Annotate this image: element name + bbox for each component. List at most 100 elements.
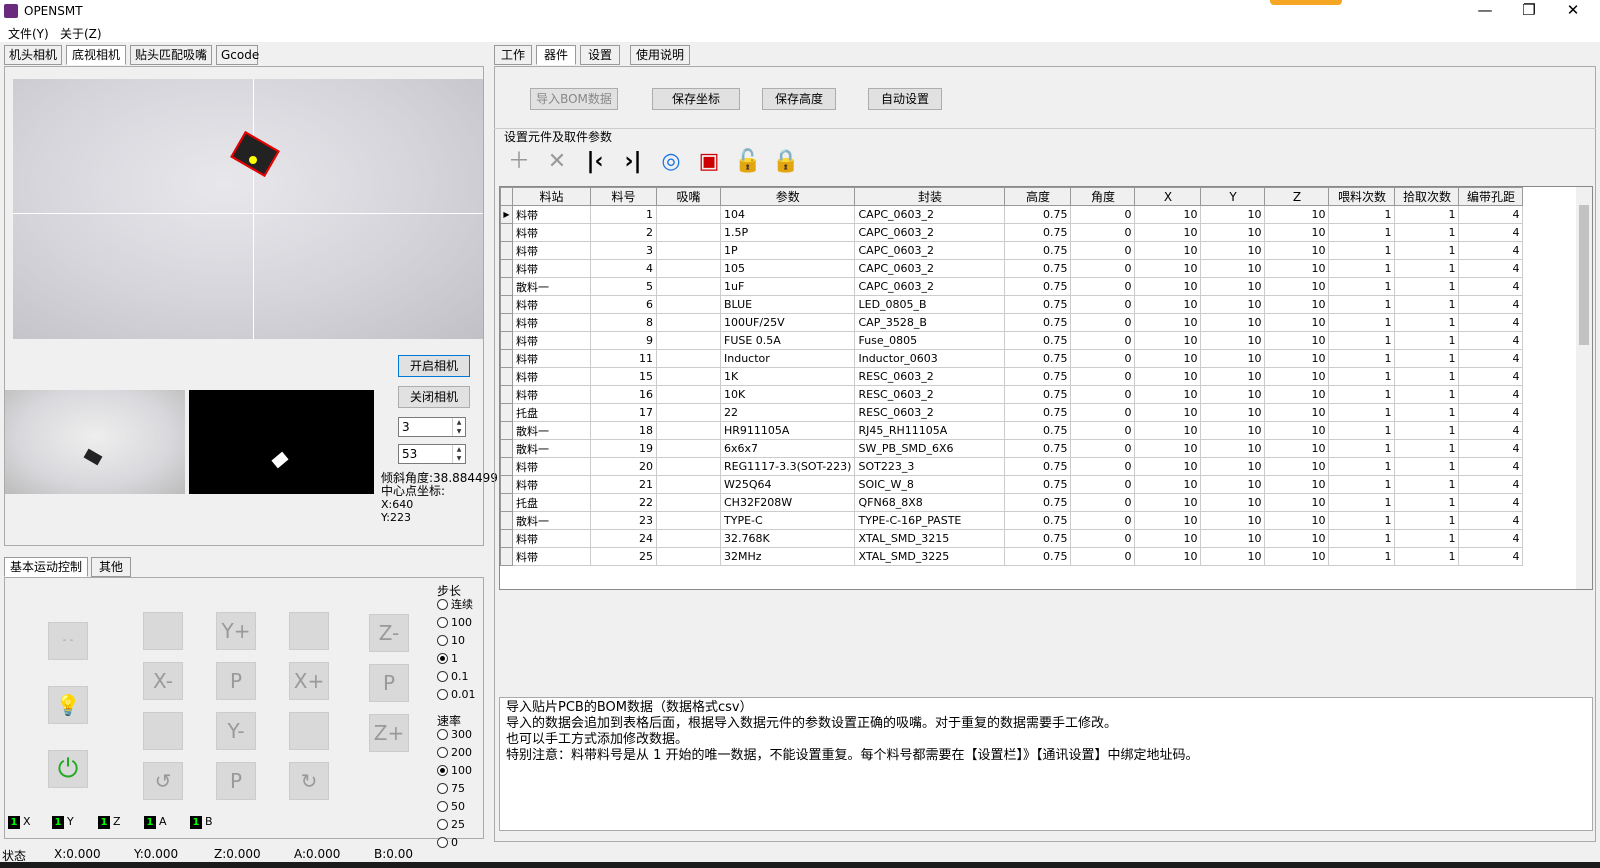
table-cell[interactable]: 104 [719,205,856,224]
table-cell[interactable]: 24 [590,529,657,548]
table-cell[interactable]: 0 [1070,367,1136,386]
table-cell[interactable]: 1 [1328,475,1396,494]
step-option[interactable]: 1 [437,652,458,666]
table-row[interactable]: 料带 4 105 CAPC_0603_2 0.75 0 10 10 10 1 1 4 [500,259,1524,278]
table-cell[interactable]: SW_PB_SMD_6X6 [854,439,1006,458]
table-cell[interactable]: Inductor [719,349,856,368]
table-cell[interactable]: 10 [1200,295,1266,314]
row-header[interactable] [500,421,513,440]
first-record-icon[interactable]: |‹ [582,149,608,175]
table-cell[interactable]: 10 [1200,475,1266,494]
minimize-button[interactable]: — [1463,0,1507,22]
delete-icon[interactable]: ✕ [544,149,570,175]
table-cell[interactable] [656,385,721,404]
table-cell[interactable]: 10 [1200,529,1266,548]
table-cell[interactable]: 料带 [512,241,591,260]
close-button[interactable]: ✕ [1551,0,1595,22]
table-row[interactable]: 料带 11 Inductor Inductor_0603 0.75 0 10 10 10 1 1 4 [500,349,1524,368]
p-button-2[interactable]: P [369,664,409,702]
table-cell[interactable]: 20 [590,457,657,476]
tab-components[interactable]: 器件 [536,45,576,65]
table-cell[interactable]: 0 [1070,439,1136,458]
table-cell[interactable]: 0 [1070,277,1136,296]
table-cell[interactable]: 料带 [512,331,591,350]
table-row[interactable]: 料带 9 FUSE 0.5A Fuse_0805 0.75 0 10 10 10 1 1 4 [500,331,1524,350]
table-cell[interactable]: 料带 [512,529,591,548]
table-cell[interactable]: 16 [590,385,657,404]
table-cell[interactable]: 0.75 [1004,241,1072,260]
table-cell[interactable]: 10 [1134,529,1202,548]
table-row[interactable]: 散料一 23 TYPE-C TYPE-C-16P_PASTE 0.75 0 10 10 10 1 1… [500,511,1524,530]
table-cell[interactable]: 1 [1394,313,1460,332]
table-cell[interactable]: 4 [590,259,657,278]
table-cell[interactable]: 料带 [512,475,591,494]
table-cell[interactable]: 4 [1458,421,1524,440]
table-cell[interactable]: 1 [1328,295,1396,314]
table-cell[interactable]: 4 [1458,529,1524,548]
table-cell[interactable]: 10 [1134,439,1202,458]
table-cell[interactable]: 4 [1458,205,1524,224]
table-cell[interactable]: 1 [1394,367,1460,386]
column-header[interactable]: 封装 [854,187,1006,206]
table-cell[interactable]: 4 [1458,403,1524,422]
table-cell[interactable]: 10 [1264,367,1330,386]
table-cell[interactable]: 1 [1394,223,1460,242]
table-cell[interactable]: CAPC_0603_2 [854,223,1006,242]
table-cell[interactable]: 4 [1458,349,1524,368]
table-cell[interactable]: 10 [1264,259,1330,278]
table-cell[interactable]: 0 [1070,529,1136,548]
table-cell[interactable]: 0.75 [1004,493,1072,512]
table-cell[interactable]: 10 [1200,205,1266,224]
table-row[interactable]: 料带 6 BLUE LED_0805_B 0.75 0 10 10 10 1 1 4 [500,295,1524,314]
table-cell[interactable]: 1 [1328,367,1396,386]
table-cell[interactable] [656,421,721,440]
table-cell[interactable]: 15 [590,367,657,386]
table-cell[interactable]: 18 [590,421,657,440]
table-cell[interactable]: 散料一 [512,277,591,296]
table-cell[interactable]: 10 [1264,403,1330,422]
table-scrollbar[interactable] [1576,187,1592,589]
jog-empty-4[interactable] [289,712,329,750]
table-cell[interactable]: SOT223_3 [854,457,1006,476]
y-minus-button[interactable]: Y- [216,712,256,750]
table-cell[interactable]: 0.75 [1004,439,1072,458]
table-cell[interactable]: 1 [1328,439,1396,458]
row-header[interactable] [500,493,513,512]
table-cell[interactable]: 6x6x7 [719,439,856,458]
table-cell[interactable]: 料带 [512,205,591,224]
close-camera-button[interactable]: 关闭相机 [398,386,470,408]
table-cell[interactable]: 1 [1394,457,1460,476]
table-cell[interactable]: 4 [1458,493,1524,512]
table-row[interactable]: 散料一 19 6x6x7 SW_PB_SMD_6X6 0.75 0 10 10 10 1 1 4 [500,439,1524,458]
table-cell[interactable]: 0.75 [1004,511,1072,530]
table-cell[interactable]: 10 [1134,331,1202,350]
threshold-spinner-2[interactable]: 53 ▲ ▼ [398,444,466,464]
table-cell[interactable]: 0.75 [1004,331,1072,350]
row-header[interactable] [500,295,513,314]
table-cell[interactable]: 料带 [512,349,591,368]
jog-blank-button[interactable]: - - [48,622,88,660]
column-header[interactable]: 料号 [590,187,657,206]
column-header[interactable]: 拾取次数 [1394,187,1460,206]
menu-about[interactable]: 关于(Z) [60,25,102,42]
table-cell[interactable]: XTAL_SMD_3215 [854,529,1006,548]
row-header[interactable] [500,547,513,566]
speed-option[interactable]: 50 [437,800,465,814]
table-cell[interactable]: 1 [1394,439,1460,458]
table-cell[interactable]: 料带 [512,259,591,278]
table-row[interactable]: 料带 25 32MHz XTAL_SMD_3225 0.75 0 10 10 10 1 1 4 [500,547,1524,566]
table-cell[interactable]: 0.75 [1004,457,1072,476]
table-cell[interactable]: 托盘 [512,403,591,422]
table-cell[interactable] [656,547,721,566]
row-header[interactable] [500,367,513,386]
table-cell[interactable]: 1 [1394,475,1460,494]
table-cell[interactable]: REG1117-3.3(SOT-223) [719,457,856,476]
step-option[interactable]: 0.1 [437,670,469,684]
light-button[interactable]: 💡 [48,686,88,724]
table-cell[interactable] [656,403,721,422]
radio-icon[interactable] [437,671,448,682]
table-cell[interactable]: W25Q64 [719,475,856,494]
table-cell[interactable]: 10 [1264,295,1330,314]
table-cell[interactable] [656,439,721,458]
table-row[interactable]: 料带 8 100UF/25V CAP_3528_B 0.75 0 10 10 10 1 1 4 [500,313,1524,332]
